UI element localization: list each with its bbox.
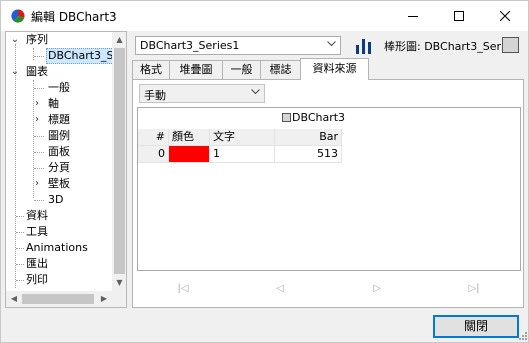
- tree-connector: [34, 168, 44, 169]
- window-title: 編輯 DBChart3: [31, 10, 117, 24]
- title-bar: 編輯 DBChart3: [1, 1, 528, 31]
- data-source-page: 手動 DBChart3 # 顏色 文字 Bar 0 1 513 |◁ ◁ ▷ ▷…: [132, 79, 524, 308]
- chevron-down-icon[interactable]: [323, 37, 340, 54]
- series-select-value: DBChart3_Series1: [140, 39, 240, 52]
- expand-icon[interactable]: ›: [32, 176, 42, 192]
- first-record-icon: |◁: [177, 283, 189, 294]
- tree-item-animations[interactable]: Animations: [6, 240, 112, 256]
- bar-series-icon: [356, 39, 371, 54]
- expand-icon[interactable]: ›: [32, 96, 42, 112]
- last-record-icon: ▷|: [468, 283, 480, 294]
- column-header-bar: Bar: [275, 129, 342, 146]
- maximize-icon: [454, 11, 464, 21]
- scroll-right-icon[interactable]: ▶: [96, 291, 112, 307]
- tab-general[interactable]: 一般: [222, 60, 261, 79]
- tree-connector: [16, 216, 24, 217]
- maximize-button[interactable]: [436, 1, 482, 31]
- expand-icon[interactable]: ›: [32, 112, 42, 128]
- tab-data-source[interactable]: 資料來源: [300, 58, 369, 80]
- tree-connector: [34, 88, 44, 89]
- row-color-cell[interactable]: [169, 146, 210, 163]
- scroll-up-icon[interactable]: ▲: [112, 32, 126, 48]
- tree-connector: [34, 136, 44, 137]
- previous-record-button[interactable]: ◁: [234, 280, 326, 298]
- tree-connector: [34, 152, 44, 153]
- teechart-app-icon: [11, 9, 25, 23]
- tree-item-axis[interactable]: › 軸: [6, 96, 112, 112]
- tree-item-panel[interactable]: 面板: [6, 144, 112, 160]
- series-select[interactable]: DBChart3_Series1: [135, 36, 341, 55]
- data-source-mode-select[interactable]: 手動: [139, 84, 265, 103]
- options-tree: ⌄ 序列 DBChart3_Se ⌄ 圖表 一般 › 軸 › 標題: [5, 31, 127, 308]
- row-value-cell[interactable]: 513: [275, 146, 342, 163]
- editor-dialog: 編輯 DBChart3 ⌄ 序列 DBChart3_Se ⌄: [0, 0, 529, 343]
- table-row[interactable]: 0 1 513: [138, 146, 520, 163]
- resize-grip-icon[interactable]: [518, 331, 528, 341]
- tree-item-series[interactable]: ⌄ 序列: [6, 32, 112, 48]
- close-icon: [500, 11, 510, 21]
- first-record-button[interactable]: |◁: [137, 280, 229, 298]
- tree-item-paging[interactable]: 分頁: [6, 160, 112, 176]
- scroll-left-icon[interactable]: ◀: [6, 291, 22, 307]
- tree-item-data[interactable]: 資料: [6, 208, 112, 224]
- last-record-button[interactable]: ▷|: [428, 280, 520, 298]
- tree-item-tools[interactable]: 工具: [6, 224, 112, 240]
- tab-format[interactable]: 格式: [132, 60, 170, 79]
- next-record-icon: ▷: [373, 283, 381, 294]
- close-window-button[interactable]: [482, 1, 528, 31]
- grid-chart-header: DBChart3: [282, 111, 345, 124]
- tree-connector: [16, 232, 24, 233]
- previous-record-icon: ◁: [276, 283, 284, 294]
- tree-connector: [34, 200, 44, 201]
- scroll-down-icon[interactable]: ▼: [112, 275, 126, 291]
- data-source-mode-value: 手動: [144, 89, 166, 102]
- close-button[interactable]: 關閉: [433, 315, 519, 338]
- tree-item-walls[interactable]: › 壁板: [6, 176, 112, 192]
- next-record-button[interactable]: ▷: [331, 280, 423, 298]
- tree-item-series-dbchart3[interactable]: DBChart3_Se: [6, 48, 112, 64]
- tree-vertical-scrollbar[interactable]: ▲ ▼: [112, 32, 126, 291]
- row-index-cell: 0: [138, 146, 169, 163]
- column-header-color: 顏色: [169, 129, 210, 146]
- grid-header-row: # 顏色 文字 Bar: [138, 129, 520, 146]
- series-color-button[interactable]: [502, 37, 519, 53]
- tree-item-chart[interactable]: ⌄ 圖表: [6, 64, 112, 80]
- tree-item-export[interactable]: 匯出: [6, 256, 112, 272]
- minimize-icon: [408, 16, 418, 17]
- grid-navigator: |◁ ◁ ▷ ▷|: [137, 278, 521, 302]
- tree-connector: [16, 264, 24, 265]
- tree-horizontal-scrollbar[interactable]: ◀ ▶: [6, 291, 112, 307]
- tree-connector: [34, 56, 44, 57]
- tree-item-titles[interactable]: › 標題: [6, 112, 112, 128]
- chart-color-swatch: [282, 113, 291, 122]
- row-text-cell[interactable]: 1: [210, 146, 275, 163]
- tree-item-3d[interactable]: 3D: [6, 192, 112, 208]
- tree-horizontal-scroll-thumb[interactable]: [22, 294, 94, 304]
- tree-item-general[interactable]: 一般: [6, 80, 112, 96]
- tree-connector: [16, 280, 24, 281]
- column-header-index: #: [138, 129, 169, 146]
- tab-marks[interactable]: 標誌: [260, 60, 301, 79]
- data-grid[interactable]: DBChart3 # 顏色 文字 Bar 0 1 513: [137, 107, 521, 271]
- tree-content: ⌄ 序列 DBChart3_Se ⌄ 圖表 一般 › 軸 › 標題: [6, 32, 112, 307]
- series-type-label: 棒形圖: DBChart3_Serie: [384, 40, 511, 53]
- tree-vertical-scroll-thumb[interactable]: [114, 48, 125, 274]
- tab-stack[interactable]: 堆疊圖: [169, 60, 223, 79]
- column-header-text: 文字: [210, 129, 275, 146]
- collapse-icon[interactable]: ⌄: [10, 32, 20, 48]
- scrollbar-corner: [112, 291, 126, 307]
- collapse-icon[interactable]: ⌄: [10, 64, 20, 80]
- minimize-button[interactable]: [390, 1, 436, 31]
- tree-item-print[interactable]: 列印: [6, 272, 112, 288]
- tree-item-legend[interactable]: 圖例: [6, 128, 112, 144]
- tree-connector: [16, 248, 24, 249]
- chevron-down-icon[interactable]: [247, 85, 264, 102]
- grid-chart-band: DBChart3: [138, 108, 520, 129]
